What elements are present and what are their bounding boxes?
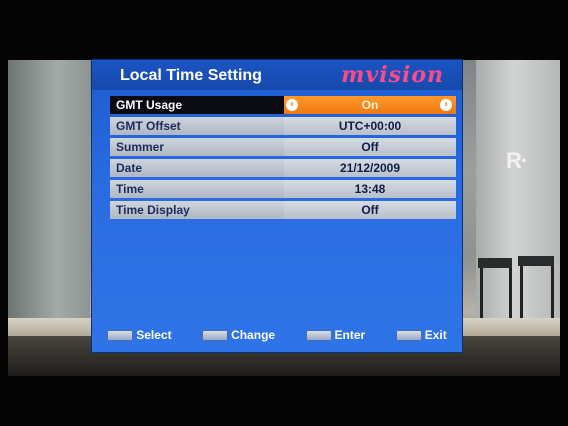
setting-value[interactable]: 21/12/2009 — [284, 159, 456, 177]
remote-key-updown-icon — [107, 329, 134, 341]
key-hint-bar: Select Change Enter Exit — [92, 320, 462, 350]
brand-logo: mvision — [341, 62, 444, 88]
setting-label: GMT Offset — [110, 117, 284, 135]
setting-value-text: On — [361, 98, 379, 112]
setting-row-summer[interactable]: Summer Off — [110, 138, 456, 156]
hint-label: Change — [231, 328, 276, 342]
hint-label: Exit — [424, 328, 447, 342]
hint-select: Select — [107, 328, 172, 342]
setting-row-gmt-offset[interactable]: GMT Offset UTC+00:00 — [110, 117, 456, 135]
hint-label: Enter — [334, 328, 366, 342]
channel-logo: R· — [506, 148, 528, 173]
setting-value[interactable]: 13:48 — [284, 180, 456, 198]
setting-label: Summer — [110, 138, 284, 156]
setting-row-time-display[interactable]: Time Display Off — [110, 201, 456, 219]
local-time-setting-menu: Local Time Setting mvision GMT Usage ‹ O… — [92, 60, 462, 352]
setting-value[interactable]: UTC+00:00 — [284, 117, 456, 135]
setting-value[interactable]: Off — [284, 201, 456, 219]
arrow-right-icon[interactable]: › — [440, 99, 452, 111]
remote-key-leftright-icon — [202, 329, 229, 341]
setting-label: Time Display — [110, 201, 284, 219]
hint-change: Change — [202, 328, 275, 342]
setting-label: Date — [110, 159, 284, 177]
background-chair-legs — [520, 266, 554, 318]
setting-label: Time — [110, 180, 284, 198]
background-chair-legs — [480, 268, 512, 318]
menu-title: Local Time Setting — [120, 67, 262, 84]
hint-enter: Enter — [305, 328, 366, 342]
setting-row-time[interactable]: Time 13:48 — [110, 180, 456, 198]
setting-value[interactable]: Off — [284, 138, 456, 156]
setting-row-gmt-usage[interactable]: GMT Usage ‹ On › — [110, 96, 456, 114]
background-chair — [478, 258, 512, 268]
arrow-left-icon[interactable]: ‹ — [286, 99, 298, 111]
menu-header: Local Time Setting mvision — [92, 60, 462, 90]
remote-key-ok-icon — [305, 329, 332, 341]
remote-key-exit-icon — [395, 329, 422, 341]
hint-exit: Exit — [395, 328, 447, 342]
background-chair — [518, 256, 554, 266]
hint-label: Select — [136, 328, 172, 342]
setting-label: GMT Usage — [110, 96, 284, 114]
setting-value[interactable]: ‹ On › — [284, 96, 456, 114]
settings-list: GMT Usage ‹ On › GMT Offset UTC+00:00 Su… — [110, 96, 456, 222]
setting-row-date[interactable]: Date 21/12/2009 — [110, 159, 456, 177]
